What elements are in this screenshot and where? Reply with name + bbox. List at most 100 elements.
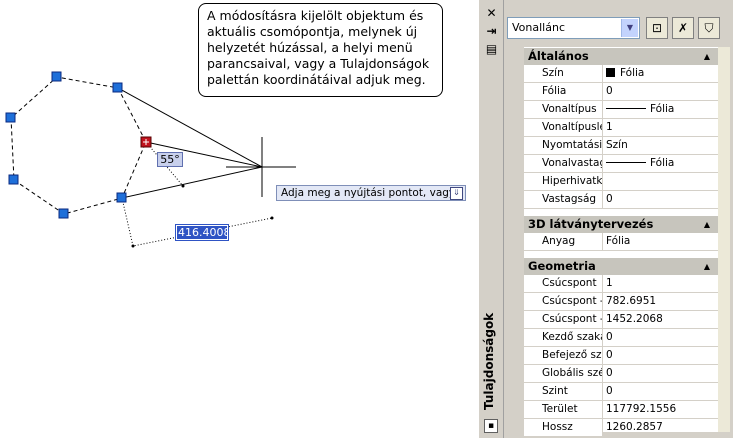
grip[interactable] [51, 71, 62, 82]
property-value[interactable]: 1 [603, 275, 718, 292]
property-value[interactable]: Fólia [603, 101, 718, 118]
object-type-select[interactable]: Vonallánc ▼ [507, 17, 640, 39]
property-row[interactable]: Csúcspont 1 [524, 275, 718, 293]
property-row[interactable]: Globális szél... 0 [524, 365, 718, 383]
property-value[interactable]: 0 [603, 83, 718, 100]
callout-line: aktuális csomópontja, melynek új [207, 24, 418, 39]
category-geometry[interactable]: Geometria ▲ [524, 257, 718, 275]
property-name: Csúcspont - X [524, 293, 603, 310]
linetype-preview-icon [606, 108, 646, 109]
palette-settings-icon[interactable]: ▪ [484, 419, 498, 433]
property-value[interactable]: 1452.2068 [603, 311, 718, 328]
property-value[interactable]: 1260.2857 [603, 419, 718, 436]
callout-line: A módosításra kijelölt objektum és [207, 8, 424, 23]
toggle-pickadd-icon[interactable]: ⛉ [698, 17, 720, 39]
property-grid: Általános ▲ Szín Fólia Fólia 0 Vonaltípu… [524, 47, 718, 437]
chevron-down-icon[interactable]: ▼ [621, 19, 638, 37]
property-value[interactable]: 1 [603, 119, 718, 136]
callout-line: helyzetét húzással, a helyi menü [207, 40, 413, 55]
grip[interactable] [8, 174, 19, 185]
property-name: Vonaltípus [524, 101, 603, 118]
property-name: Anyag [524, 233, 603, 250]
properties-palette: ✕ ⇥ ▤ Tulajdonságok ▪ Vonallánc ▼ ⊡ ✗ ⛉ … [478, 0, 733, 438]
palette-toolbar: Vonallánc ▼ ⊡ ✗ ⛉ [507, 17, 727, 41]
lineweight-preview-icon [606, 162, 646, 163]
property-name: Kezdő szaka... [524, 329, 603, 346]
property-row[interactable]: Csúcspont - X 782.6951 [524, 293, 718, 311]
explanation-callout: A módosításra kijelölt objektum és aktuá… [198, 3, 443, 97]
collapse-icon[interactable]: ▲ [704, 48, 710, 65]
color-swatch-icon [606, 68, 615, 77]
property-row[interactable]: Hossz 1260.2857 [524, 419, 718, 437]
callout-line: palettán koordinátáival adjuk meg. [207, 72, 426, 87]
distance-input[interactable]: 416.4008 [175, 224, 231, 241]
category-title: Geometria [528, 259, 596, 273]
prompt-text: Adja meg a nyújtási pontot, vagy [281, 187, 456, 199]
property-name: Fólia [524, 83, 603, 100]
property-row[interactable]: Szín Fólia [524, 65, 718, 83]
property-row[interactable]: Kezdő szaka... 0 [524, 329, 718, 347]
property-value[interactable]: 117792.1556 [603, 401, 718, 418]
dynamic-input-prompt: Adja meg a nyújtási pontot, vagy ⇓ [276, 185, 466, 201]
property-row[interactable]: Fólia 0 [524, 83, 718, 101]
collapse-icon[interactable]: ▲ [704, 216, 710, 233]
grip[interactable] [116, 192, 127, 203]
property-row[interactable]: Nyomtatási ... Szín [524, 137, 718, 155]
grip-handles[interactable] [5, 71, 127, 219]
property-name: Szint [524, 383, 603, 400]
property-row[interactable]: Vonalvastag... Fólia [524, 155, 718, 173]
property-grid-scrollbar[interactable] [718, 47, 730, 432]
property-value[interactable]: 0 [603, 329, 718, 346]
select-objects-icon[interactable]: ✗ [672, 17, 694, 39]
property-name: Csúcspont - Y [524, 311, 603, 328]
rubberband-line [121, 166, 263, 199]
property-name: Csúcspont [524, 275, 603, 292]
property-name: Befejező sza... [524, 347, 603, 364]
property-row[interactable]: Befejező sza... 0 [524, 347, 718, 365]
category-general[interactable]: Általános ▲ [524, 47, 718, 65]
property-name: Szín [524, 65, 603, 82]
angle-value: 55° [160, 153, 180, 166]
palette-titlebar[interactable]: ✕ ⇥ ▤ Tulajdonságok ▪ [479, 0, 504, 438]
property-value[interactable]: 0 [603, 347, 718, 364]
property-row[interactable]: Anyag Fólia [524, 233, 718, 251]
drawing-area[interactable]: A módosításra kijelölt objektum és aktuá… [0, 0, 478, 438]
property-name: Vonaltípuslé... [524, 119, 603, 136]
grip[interactable] [112, 82, 123, 93]
property-name: Vastagság [524, 191, 603, 208]
category-title: 3D látványtervezés [528, 217, 654, 231]
property-name: Terület [524, 401, 603, 418]
property-value[interactable]: 0 [603, 191, 718, 208]
property-name: Hossz [524, 419, 603, 436]
property-row[interactable]: Szint 0 [524, 383, 718, 401]
properties-menu-icon[interactable]: ▤ [485, 43, 498, 56]
property-row[interactable]: Terület 117792.1556 [524, 401, 718, 419]
distance-value[interactable]: 416.4008 [178, 226, 231, 239]
property-row[interactable]: Vonaltípuslé... 1 [524, 119, 718, 137]
property-value[interactable]: 782.6951 [603, 293, 718, 310]
property-value[interactable]: Fólia [603, 155, 718, 172]
options-arrow-icon[interactable]: ⇓ [450, 187, 463, 200]
object-type-value: Vonallánc [512, 21, 565, 34]
property-value[interactable]: Fólia [603, 233, 718, 250]
category-3d-visualization[interactable]: 3D látványtervezés ▲ [524, 215, 718, 233]
category-title: Általános [528, 49, 589, 63]
property-value[interactable] [603, 173, 718, 190]
property-row[interactable]: Hiperhivatko... [524, 173, 718, 191]
collapse-icon[interactable]: ▲ [704, 258, 710, 275]
grip[interactable] [58, 208, 69, 219]
close-icon[interactable]: ✕ [485, 7, 498, 20]
autohide-icon[interactable]: ⇥ [485, 25, 498, 38]
grip[interactable] [5, 112, 16, 123]
property-value[interactable]: Szín [603, 137, 718, 154]
property-value[interactable]: 0 [603, 383, 718, 400]
property-row[interactable]: Vastagság 0 [524, 191, 718, 209]
property-row[interactable]: Vonaltípus Fólia [524, 101, 718, 119]
property-row[interactable]: Csúcspont - Y 1452.2068 [524, 311, 718, 329]
property-value[interactable]: 0 [603, 365, 718, 382]
property-value[interactable]: Fólia [603, 65, 718, 82]
property-name: Vonalvastag... [524, 155, 603, 172]
rubberband-line [117, 87, 263, 168]
property-name: Nyomtatási ... [524, 137, 603, 154]
quick-select-icon[interactable]: ⊡ [646, 17, 668, 39]
